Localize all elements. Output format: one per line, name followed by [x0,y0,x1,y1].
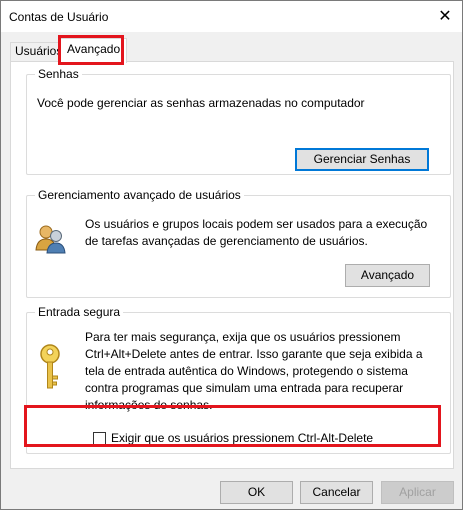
ctrl-alt-delete-label[interactable]: Exigir que os usuários pressionem Ctrl-A… [111,431,373,445]
advanced-button[interactable]: Avançado [345,264,430,287]
window-title: Contas de Usuário [9,10,109,24]
entrada-description-line2: Ctrl+Alt+Delete antes de entrar. Isso ga… [85,347,423,361]
senhas-description: Você pode gerenciar as senhas armazenada… [37,96,365,110]
manage-passwords-button[interactable]: Gerenciar Senhas [295,148,429,171]
tab-avancado[interactable]: Avançado [60,38,128,63]
group-senhas: Senhas Você pode gerenciar as senhas arm… [26,67,451,175]
user-accounts-dialog: Contas de Usuário ✕ Usuários Avançado Se… [0,0,463,510]
cancel-button[interactable]: Cancelar [300,481,373,504]
gerenciamento-description-line2: de tarefas avançadas de gerenciamento de… [85,234,368,248]
ctrl-alt-delete-option[interactable]: Exigir que os usuários pressionem Ctrl-A… [93,430,373,446]
users-icon [35,225,66,254]
ok-button[interactable]: OK [220,481,293,504]
title-bar: Contas de Usuário ✕ [1,1,462,32]
gerenciamento-description-line1: Os usuários e grupos locais podem ser us… [85,217,428,231]
close-icon[interactable]: ✕ [434,6,456,28]
entrada-description-line4: contra programas que simulam uma entrada… [85,381,404,395]
tab-panel-avancado: Senhas Você pode gerenciar as senhas arm… [10,61,454,469]
entrada-description-line5: informações de senhas. [85,398,213,412]
apply-button[interactable]: Aplicar [381,481,454,504]
key-icon [40,344,60,389]
ctrl-alt-delete-checkbox[interactable] [93,431,106,445]
group-gerenciamento: Gerenciamento avançado de usuários Os us… [26,188,451,298]
group-title-gerenciamento: Gerenciamento avançado de usuários [35,188,244,202]
group-entrada-segura: Entrada segura Para ter mais segurança, … [26,305,451,454]
group-title-entrada-segura: Entrada segura [35,305,124,319]
entrada-description-line3: tela de entrada autêntica do Windows, pr… [85,364,408,378]
group-title-senhas: Senhas [35,67,82,81]
tab-usuarios[interactable]: Usuários [10,42,68,61]
entrada-description-line1: Para ter mais segurança, exija que os us… [85,330,401,344]
